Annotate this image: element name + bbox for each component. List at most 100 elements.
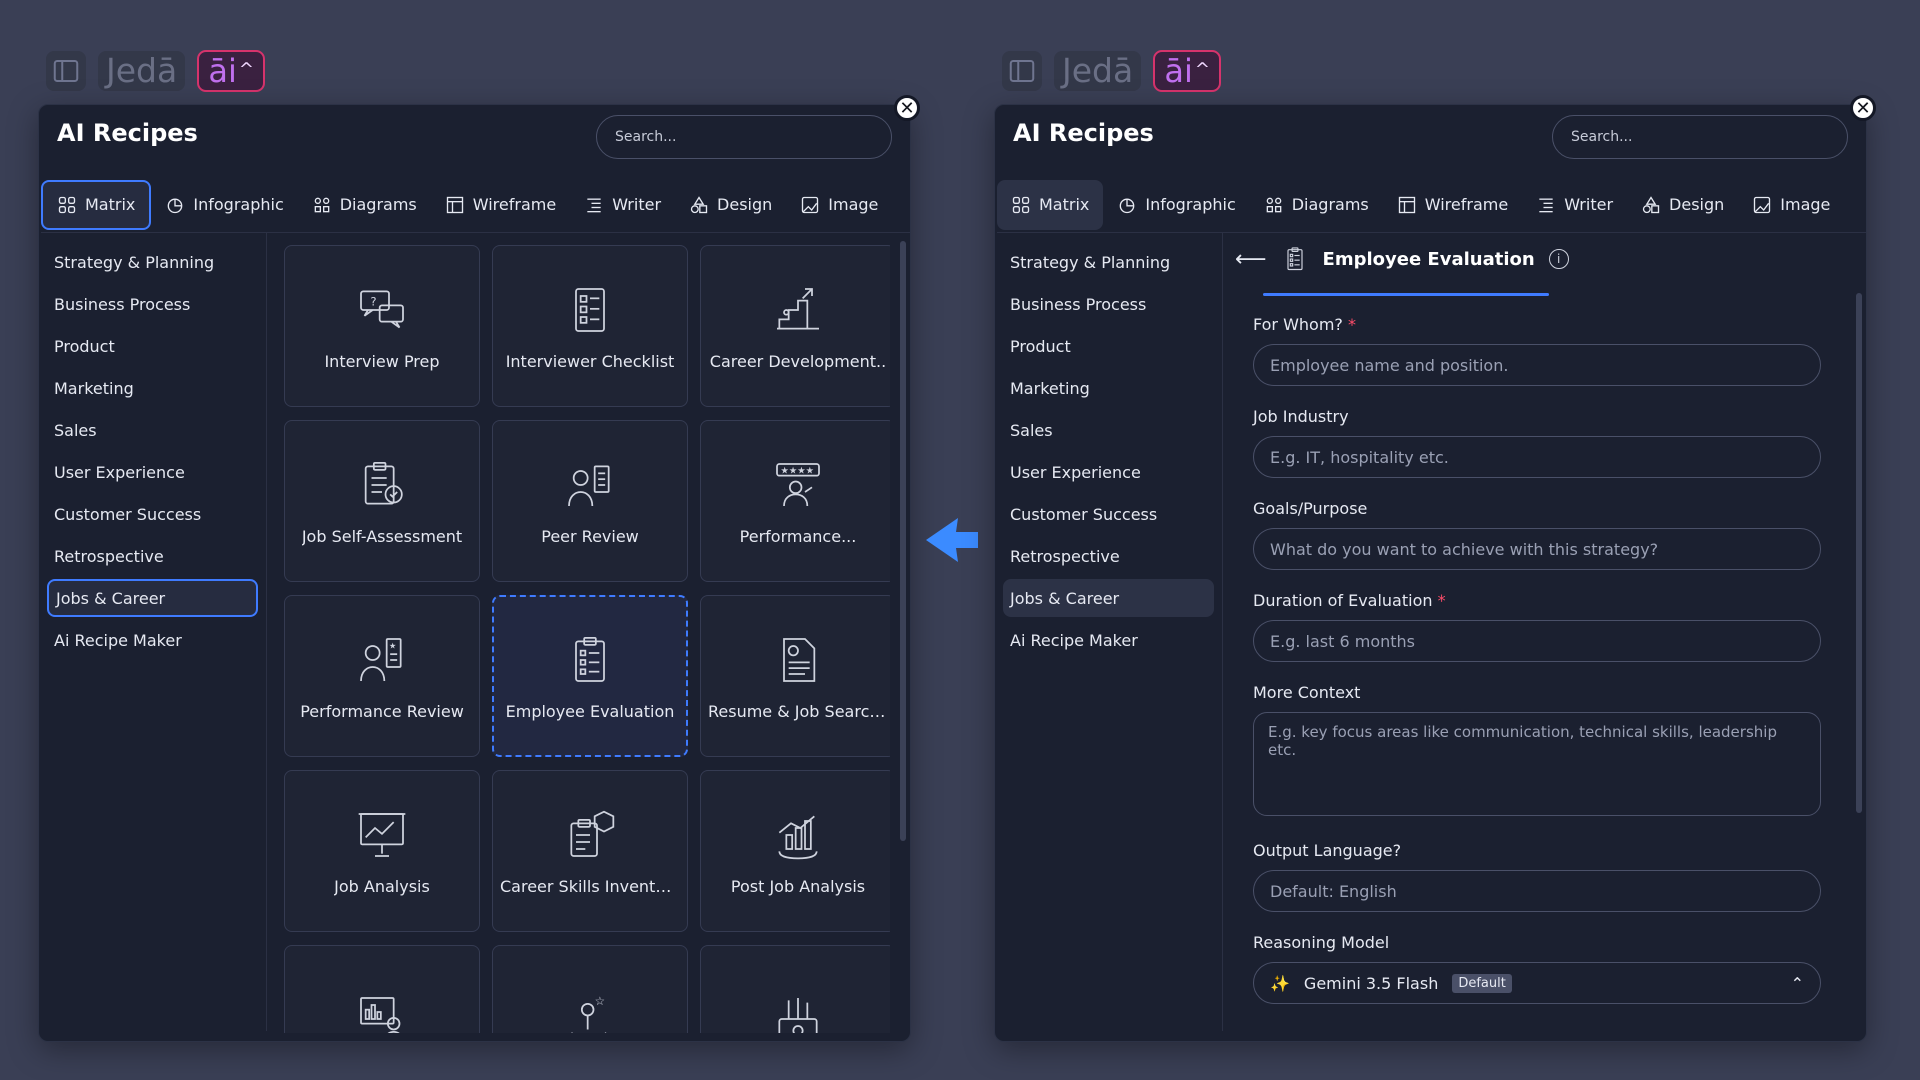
tab-wireframe[interactable]: Wireframe	[1383, 180, 1522, 230]
sidebar-toggle-icon[interactable]	[1002, 51, 1042, 91]
sidebar-item-user-experience[interactable]: User Experience	[1003, 453, 1214, 491]
recipe-card-job-self-assessment[interactable]: Job Self-Assessment	[284, 420, 480, 582]
chevron-up-icon: ⌃	[1790, 973, 1804, 993]
back-arrow-icon[interactable]: ⟵	[1235, 247, 1267, 272]
brand-logo[interactable]: Jedā	[98, 51, 186, 91]
recipe-card-career-skills-inventory[interactable]: Career Skills Inventory	[492, 770, 688, 932]
sidebar-item-retrospective[interactable]: Retrospective	[1003, 537, 1214, 575]
tab-label: Diagrams	[1291, 195, 1369, 214]
clipboard-check-icon	[364, 461, 403, 505]
panel-title: AI Recipes	[57, 119, 198, 147]
tab-infographic[interactable]: Infographic	[1103, 180, 1249, 230]
goals-purpose-input[interactable]	[1253, 528, 1821, 570]
more-context-field: More Context	[1253, 683, 1821, 820]
tab-design[interactable]: Design	[1627, 180, 1738, 230]
duration-input[interactable]	[1253, 620, 1821, 662]
tab-diagrams[interactable]: Diagrams	[298, 180, 431, 230]
close-icon[interactable]: ✕	[894, 95, 920, 121]
recipe-card-14[interactable]: ☆	[492, 945, 688, 1033]
recipe-label: Career Development..	[709, 351, 887, 371]
tab-label: Design	[1669, 195, 1725, 214]
recipe-card-employee-evaluation[interactable]: Employee Evaluation	[492, 595, 688, 757]
sidebar-item-product[interactable]: Product	[47, 327, 258, 365]
model-name: Gemini 3.5 Flash	[1303, 973, 1439, 993]
info-icon[interactable]: i	[1548, 249, 1569, 269]
recipe-card-15[interactable]	[700, 945, 890, 1033]
field-label: Duration of Evaluation *	[1253, 591, 1446, 610]
for-whom-input[interactable]	[1253, 344, 1821, 386]
tab-label: Matrix	[1039, 195, 1090, 214]
recipe-card-resume-job-search[interactable]: Resume & Job Search..	[700, 595, 890, 757]
recipe-card-interviewer-checklist[interactable]: Interviewer Checklist	[492, 245, 688, 407]
sidebar-item-user-experience[interactable]: User Experience	[47, 453, 258, 491]
tab-diagrams[interactable]: Diagrams	[1250, 180, 1383, 230]
grid-scrollbar[interactable]	[900, 241, 906, 841]
sidebar-item-jobs-career[interactable]: Jobs & Career	[1003, 579, 1214, 617]
tab-label: Infographic	[1145, 195, 1236, 214]
sidebar-item-customer-success[interactable]: Customer Success	[47, 495, 258, 533]
svg-text:?: ?	[370, 294, 376, 308]
diagram-icon	[1266, 197, 1282, 212]
sidebar-item-retrospective[interactable]: Retrospective	[47, 537, 258, 575]
sidebar-item-jobs-career[interactable]: Jobs & Career	[47, 579, 258, 617]
sidebar-item-product[interactable]: Product	[1003, 327, 1214, 365]
tab-infographic[interactable]: Infographic	[151, 180, 297, 230]
presentation-chart-icon	[358, 812, 406, 857]
job-industry-input[interactable]	[1253, 436, 1821, 478]
recipe-tabs: Matrix Infographic Diagrams Wireframe Wr…	[997, 177, 1866, 233]
field-label: Job Industry	[1253, 407, 1349, 426]
tab-writer[interactable]: Writer	[570, 180, 675, 230]
sidebar-item-strategy[interactable]: Strategy & Planning	[1003, 243, 1214, 281]
tab-matrix[interactable]: Matrix	[997, 179, 1104, 230]
text-icon	[587, 198, 601, 212]
recipe-card-career-development[interactable]: Career Development..	[700, 245, 890, 407]
recipe-card-job-analysis[interactable]: Job Analysis	[284, 770, 480, 932]
tab-design[interactable]: Design	[675, 180, 786, 230]
tab-writer[interactable]: Writer	[1522, 180, 1627, 230]
search-input[interactable]	[1552, 115, 1848, 159]
ai-label: āi	[208, 52, 237, 90]
job-industry-field: Job Industry	[1253, 407, 1821, 478]
sidebar-item-strategy[interactable]: Strategy & Planning	[47, 243, 258, 281]
sidebar-item-sales[interactable]: Sales	[1003, 411, 1214, 449]
sidebar-item-ai-recipe-maker[interactable]: Ai Recipe Maker	[1003, 621, 1214, 659]
tab-wireframe[interactable]: Wireframe	[431, 180, 570, 230]
output-language-field: Output Language?	[1253, 841, 1821, 912]
sidebar-item-business-process[interactable]: Business Process	[47, 285, 258, 323]
sidebar-item-customer-success[interactable]: Customer Success	[1003, 495, 1214, 533]
recipe-card-post-job-analysis[interactable]: Post Job Analysis	[700, 770, 890, 932]
ai-menu-button[interactable]: āi ^	[1153, 50, 1222, 92]
sidebar-item-business-process[interactable]: Business Process	[1003, 285, 1214, 323]
recipe-card-interview-prep[interactable]: ? Interview Prep	[284, 245, 480, 407]
recipe-card-peer-review[interactable]: Peer Review	[492, 420, 688, 582]
chevron-up-icon: ^	[238, 58, 255, 80]
tab-label: Infographic	[193, 195, 284, 214]
reasoning-model-select[interactable]: ✨ Gemini 3.5 Flash Default ⌃	[1253, 962, 1821, 1004]
sidebar-toggle-icon[interactable]	[46, 51, 86, 91]
recipe-card-13[interactable]	[284, 945, 480, 1033]
shapes-icon	[1642, 195, 1660, 213]
sidebar-item-ai-recipe-maker[interactable]: Ai Recipe Maker	[47, 621, 258, 659]
tab-matrix[interactable]: Matrix	[41, 179, 152, 230]
recipe-form: ⟵ Employee Evaluation i For Whom? * Job …	[1223, 233, 1866, 1041]
sidebar-item-sales[interactable]: Sales	[47, 411, 258, 449]
goals-purpose-field: Goals/Purpose	[1253, 499, 1821, 570]
svg-text:★★★★: ★★★★	[781, 465, 814, 476]
tab-image[interactable]: Image	[1738, 180, 1844, 230]
form-scrollbar[interactable]	[1856, 293, 1862, 813]
close-icon[interactable]: ✕	[1850, 95, 1876, 121]
recipe-label: Peer Review	[541, 526, 639, 546]
ai-menu-button[interactable]: āi ^	[197, 50, 266, 92]
sidebar-item-marketing[interactable]: Marketing	[1003, 369, 1214, 407]
right-topbar: Jedā āi ^	[1002, 50, 1222, 92]
career-growth-icon	[777, 287, 819, 330]
search-input[interactable]	[596, 115, 892, 159]
recipe-card-performance[interactable]: ★★★★ Performance...	[700, 420, 890, 582]
output-language-input[interactable]	[1253, 870, 1821, 912]
brand-logo[interactable]: Jedā	[1054, 51, 1142, 91]
evaluation-clipboard-icon	[575, 636, 605, 682]
sidebar-item-marketing[interactable]: Marketing	[47, 369, 258, 407]
recipe-card-performance-review[interactable]: ★ Performance Review	[284, 595, 480, 757]
tab-image[interactable]: Image	[786, 180, 892, 230]
more-context-textarea[interactable]	[1253, 712, 1821, 816]
